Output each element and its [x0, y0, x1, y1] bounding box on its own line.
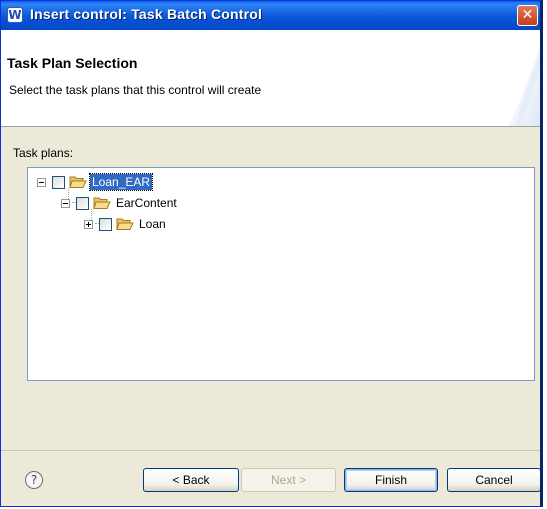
tree-node-loan-ear[interactable]: Loan_EAR [37, 173, 154, 191]
tree-node-earcontent[interactable]: EarContent [61, 194, 179, 212]
loan-checkbox[interactable] [99, 217, 112, 231]
collapse-toggle[interactable] [37, 177, 46, 187]
help-icon[interactable]: ? [25, 471, 43, 489]
wizard-header: Task Plan Selection Select the task plan… [1, 30, 540, 127]
finish-button[interactable]: Finish [344, 468, 438, 492]
task-plans-tree[interactable]: Loan_EAR EarContent Loan [27, 167, 535, 381]
earcontent-checkbox[interactable] [76, 196, 89, 210]
back-button[interactable]: < Back [143, 468, 239, 492]
next-button[interactable]: Next > [241, 468, 336, 492]
window-title: Insert control: Task Batch Control [30, 6, 263, 22]
tree-node-label[interactable]: Loan [137, 216, 168, 232]
w-icon: W [7, 7, 23, 23]
cancel-button[interactable]: Cancel [447, 468, 540, 492]
task-plans-label: Task plans: [13, 146, 74, 160]
folder-open-icon [116, 218, 134, 230]
loan-ear-checkbox[interactable] [52, 175, 65, 189]
tree-node-label[interactable]: EarContent [114, 195, 179, 211]
footer-divider [1, 450, 540, 451]
close-button[interactable]: ✕ [517, 5, 538, 26]
page-title: Task Plan Selection [7, 55, 138, 71]
expand-toggle[interactable] [84, 219, 93, 229]
insert-control-dialog: W Insert control: Task Batch Control ✕ T… [0, 0, 543, 507]
tree-node-label[interactable]: Loan_EAR [88, 173, 154, 191]
title-bar[interactable]: W Insert control: Task Batch Control ✕ [1, 1, 540, 30]
wizard-banner-graphic [508, 46, 540, 126]
folder-open-icon [93, 197, 111, 209]
page-description: Select the task plans that this control … [9, 83, 262, 97]
collapse-toggle[interactable] [61, 198, 70, 208]
folder-open-icon [69, 176, 87, 188]
tree-node-loan[interactable]: Loan [84, 215, 168, 233]
